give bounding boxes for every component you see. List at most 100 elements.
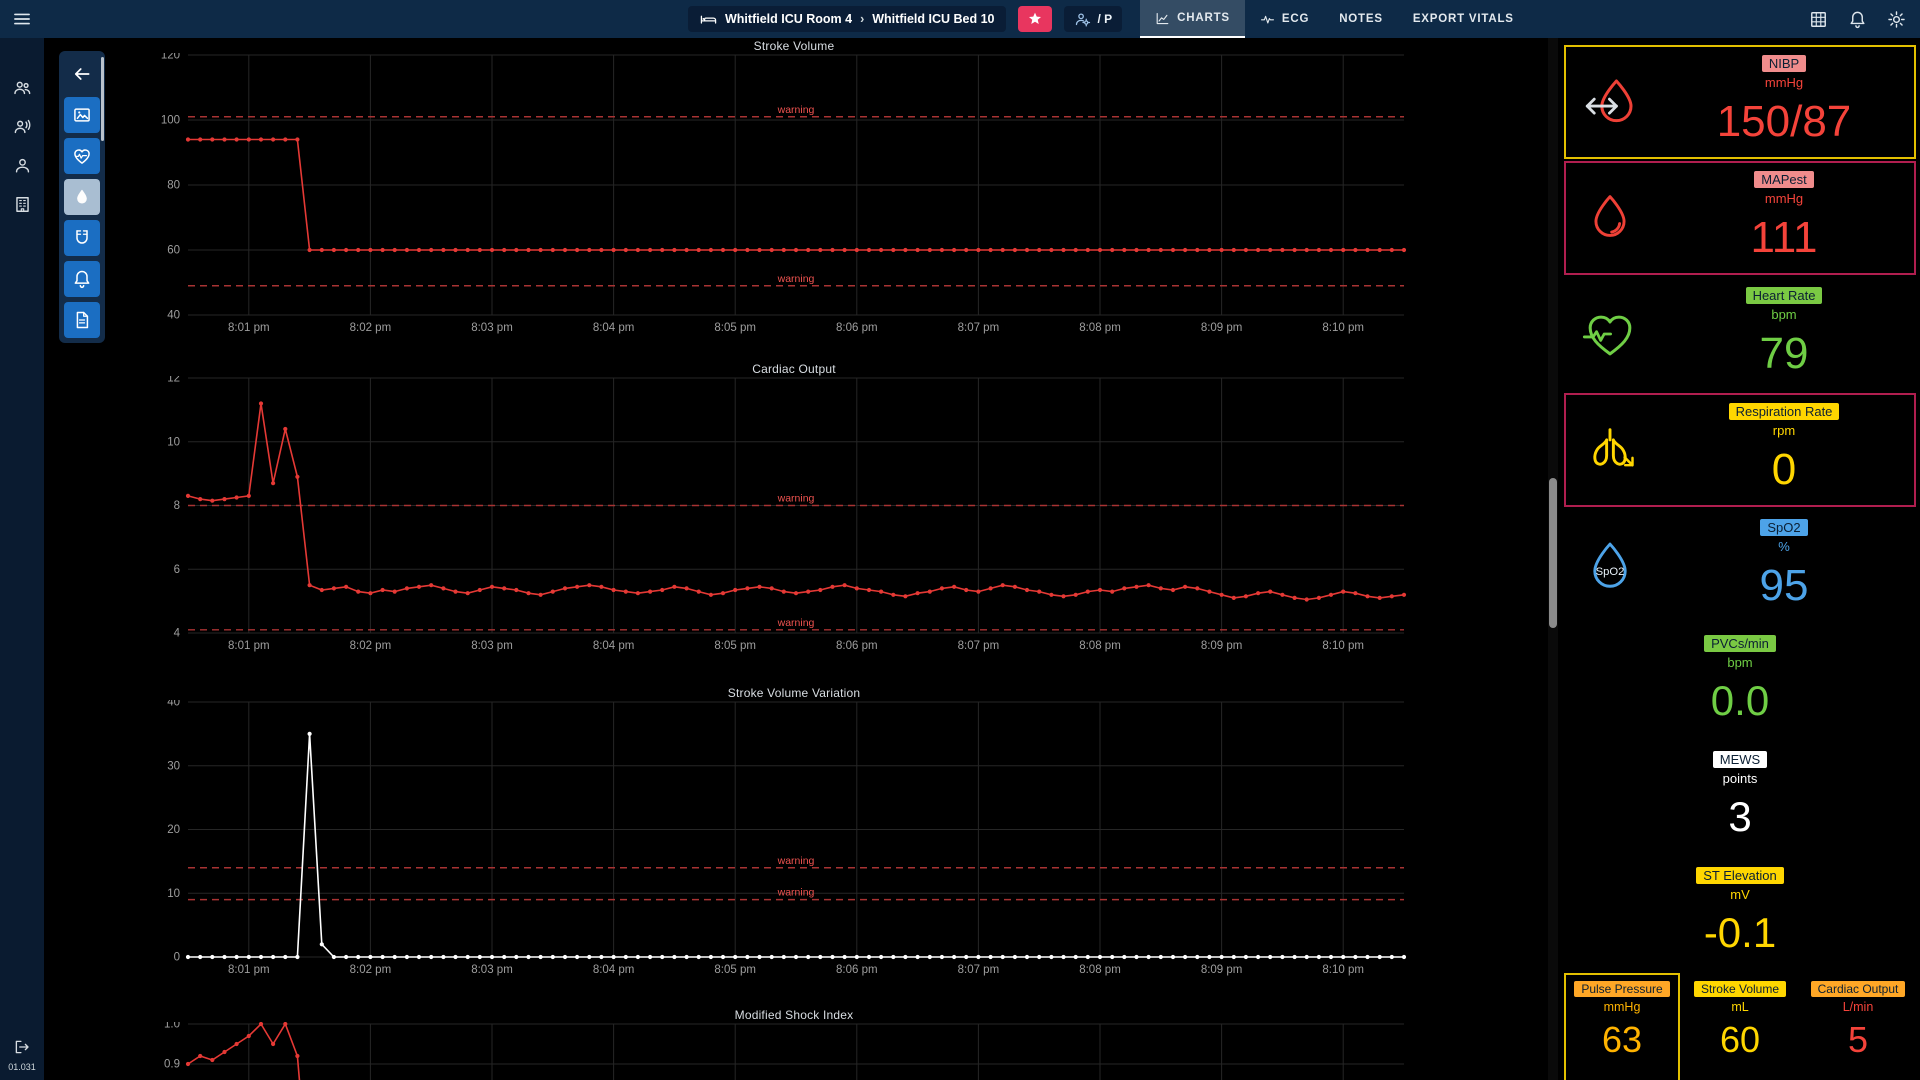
svg-text:8:08 pm: 8:08 pm [1079,640,1121,652]
vital-tile-sv[interactable]: Stroke VolumemL60 [1682,973,1798,1080]
stroke-volume-chart-canvas: 1201008060408:01 pm8:02 pm8:03 pm8:04 pm… [44,53,1544,343]
top-bar: Whitfield ICU Room 4 › Whitfield ICU Bed… [0,0,1920,38]
display-settings-icon[interactable] [1887,10,1906,29]
vital-unit: L/min [1843,1000,1874,1014]
vitals-trend-button[interactable] [64,138,100,174]
breadcrumb-separator: › [860,12,864,26]
vital-tile-pvcs[interactable]: PVCs/minbpm0.0 [1564,625,1916,739]
ecg-icon [1260,12,1275,27]
chart-title: Stroke Volume Variation [44,687,1544,700]
chart-stroke-volume-variation: Stroke Volume Variation 4030201008:01 pm… [44,687,1544,985]
modified-shock-index-chart-canvas: 1.00.90.80.70.60.50.48:01 pm8:02 pm8:03 … [44,1022,1544,1080]
vital-tile-rr[interactable]: Respiration Raterpm0 [1564,393,1916,507]
vital-unit: rpm [1773,423,1795,438]
vital-tile-st[interactable]: ST ElevationmV-0.1 [1564,857,1916,971]
svg-text:warning: warning [777,855,815,867]
chart-modified-shock-index: Modified Shock Index 1.00.90.80.70.60.50… [44,1009,1544,1080]
vital-content: PVCs/minbpm0.0 [1566,627,1914,737]
snapshot-button[interactable] [64,97,100,133]
vital-tile-nibp[interactable]: NIBPmmHg150/87 [1564,45,1916,159]
patient-voice-icon[interactable] [13,117,32,136]
svg-text:8:04 pm: 8:04 pm [593,964,635,976]
breadcrumb-room: Whitfield ICU Room 4 [725,12,852,26]
facility-icon[interactable] [13,195,32,214]
map-icon [1566,163,1654,273]
patient-mode-button[interactable]: / P [1064,6,1122,32]
svg-text:8:02 pm: 8:02 pm [350,964,392,976]
vital-value: 5 [1848,1022,1868,1058]
svg-text:8:08 pm: 8:08 pm [1079,964,1121,976]
fluids-button[interactable] [64,179,100,215]
vital-tile-co[interactable]: Cardiac OutputL/min5 [1800,973,1916,1080]
spo2-icon: SpO2 [1566,511,1654,621]
vital-tile-map[interactable]: MAPestmmHg111 [1564,161,1916,275]
svg-text:1.0: 1.0 [164,1022,180,1031]
svg-text:8:05 pm: 8:05 pm [714,322,756,334]
tab-notes[interactable]: NOTES [1324,0,1398,38]
svg-text:100: 100 [161,115,180,127]
favorite-button[interactable] [1018,6,1052,32]
chart-title: Modified Shock Index [44,1009,1544,1022]
left-nav-rail: 01.031 [0,38,44,1080]
vital-label-badge: NIBP [1762,55,1806,72]
notes-button[interactable] [64,302,100,338]
svg-text:8:07 pm: 8:07 pm [958,964,1000,976]
svg-text:8:10 pm: 8:10 pm [1322,640,1364,652]
vital-unit: mL [1731,1000,1748,1014]
chart-cardiac-output: Cardiac Output 12108648:01 pm8:02 pm8:03… [44,363,1544,661]
charts-area: Stroke Volume 1201008060408:01 pm8:02 pm… [44,38,1548,1080]
vital-value: 0.0 [1711,680,1769,722]
svg-text:8:07 pm: 8:07 pm [958,640,1000,652]
tab-charts[interactable]: CHARTS [1140,0,1245,38]
svg-text:8:06 pm: 8:06 pm [836,964,878,976]
notes-icon [72,310,92,330]
alarms-button[interactable] [64,261,100,297]
logout-icon[interactable] [13,1038,31,1056]
hr-icon [1566,279,1654,389]
svg-text:8:10 pm: 8:10 pm [1322,322,1364,334]
vital-unit: mmHg [1604,1000,1641,1014]
vital-value: 95 [1760,564,1809,608]
back-button[interactable] [64,56,100,92]
svg-text:8:01 pm: 8:01 pm [228,322,270,334]
vital-value: 150/87 [1717,100,1852,144]
chart-icon [1155,11,1170,26]
vitals-panel: NIBPmmHg150/87MAPestmmHg111Heart Ratebpm… [1560,38,1920,1080]
patients-group-icon[interactable] [13,78,32,97]
svg-text:8:06 pm: 8:06 pm [836,640,878,652]
vital-unit: mmHg [1765,191,1803,206]
svg-text:8:09 pm: 8:09 pm [1201,322,1243,334]
patient-mode-label: / P [1097,12,1112,26]
vital-value: 60 [1720,1022,1760,1058]
svg-text:8:06 pm: 8:06 pm [836,322,878,334]
tool-rail-scrollbar[interactable] [101,57,104,141]
menu-icon[interactable] [12,0,32,38]
patient-icon[interactable] [13,156,32,175]
vital-tile-hr[interactable]: Heart Ratebpm79 [1564,277,1916,391]
svg-text:8:05 pm: 8:05 pm [714,964,756,976]
breadcrumb[interactable]: Whitfield ICU Room 4 › Whitfield ICU Bed… [688,6,1006,32]
vital-tile-spo2[interactable]: SpO2SpO2%95 [1564,509,1916,623]
vital-value: 3 [1728,796,1751,838]
svg-text:30: 30 [167,760,180,772]
svg-text:80: 80 [167,180,180,192]
vital-unit: points [1723,771,1758,786]
scrollbar-thumb[interactable] [1549,478,1557,628]
notifications-icon[interactable] [1848,10,1867,29]
vital-value: -0.1 [1704,912,1776,954]
vital-tile-mews[interactable]: MEWS points 3 [1564,741,1916,855]
svg-text:warning: warning [777,493,815,505]
tab-label: ECG [1282,13,1309,25]
vital-value: 63 [1602,1022,1642,1058]
vital-unit: bpm [1771,307,1796,322]
vital-tile-pp[interactable]: Pulse PressuremmHg63 [1564,973,1680,1080]
vital-label-badge: MEWS [1713,751,1767,768]
tab-ecg[interactable]: ECG [1245,0,1324,38]
svg-text:20: 20 [167,824,180,836]
tab-export-vitals[interactable]: EXPORT VITALS [1398,0,1529,38]
svg-text:8: 8 [174,500,180,512]
vital-label-badge: PVCs/min [1704,635,1776,652]
svg-text:8:03 pm: 8:03 pm [471,322,513,334]
apps-grid-icon[interactable] [1809,10,1828,29]
probe-button[interactable] [64,220,100,256]
